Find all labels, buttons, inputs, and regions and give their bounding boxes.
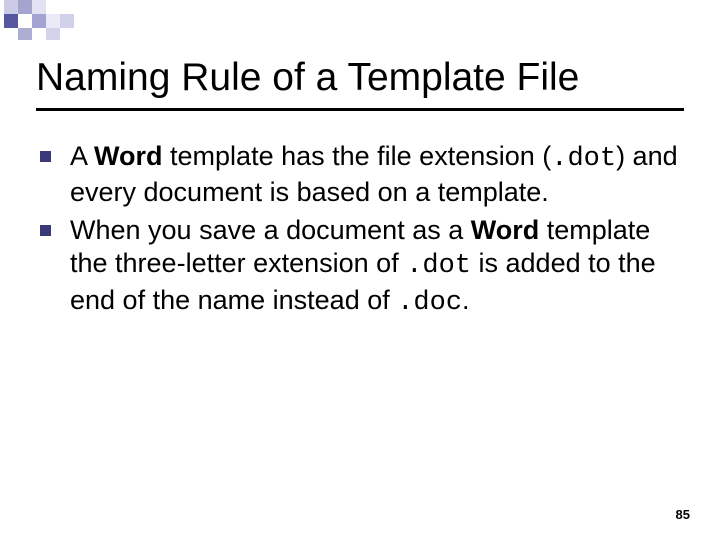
slide-decoration (0, 0, 720, 40)
text-run: When you save a document as a (70, 215, 471, 245)
bullet-text: When you save a document as a Word templ… (70, 215, 656, 315)
deco-square (60, 14, 74, 28)
bullet-marker-icon (40, 225, 51, 236)
text-run: .doc (397, 288, 462, 318)
page-number: 85 (676, 507, 690, 522)
deco-square (32, 14, 46, 28)
deco-square (46, 28, 60, 40)
text-run: . (462, 285, 470, 315)
bullet-text: A Word template has the file extension (… (70, 141, 678, 207)
deco-square (46, 14, 60, 28)
content-area: A Word template has the file extension (… (40, 140, 680, 324)
bullet-item: When you save a document as a Word templ… (40, 214, 680, 320)
bullet-item: A Word template has the file extension (… (40, 140, 680, 210)
text-run: .dot (551, 144, 616, 174)
text-run: Word (94, 141, 163, 171)
deco-square (4, 14, 18, 28)
text-run: template has the file extension ( (163, 141, 552, 171)
deco-square (32, 0, 46, 14)
title-underline (36, 108, 684, 111)
bullet-marker-icon (40, 151, 51, 162)
deco-square (18, 0, 32, 14)
text-run: .dot (406, 251, 471, 281)
text-run: A (70, 141, 94, 171)
deco-square (18, 28, 32, 40)
page-title: Naming Rule of a Template File (36, 56, 579, 100)
text-run: Word (471, 215, 540, 245)
deco-square (4, 0, 18, 14)
